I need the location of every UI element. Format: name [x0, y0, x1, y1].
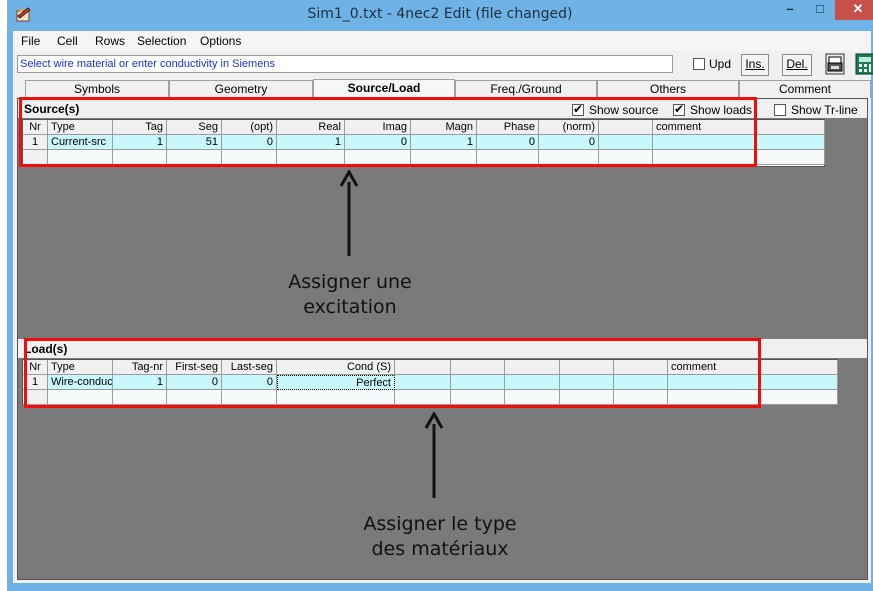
- close-button[interactable]: ✕: [835, 0, 873, 20]
- excitation-line-2: excitation: [303, 296, 397, 318]
- tab-others[interactable]: Others: [597, 80, 739, 98]
- excitation-line-1: Assigner une: [288, 271, 412, 293]
- material-line-1: Assigner le type: [363, 513, 517, 535]
- hint-field[interactable]: Select wire material or enter conductivi…: [17, 55, 673, 73]
- menu-rows[interactable]: Rows: [95, 34, 125, 48]
- loads-highlight-box: [24, 338, 761, 408]
- minimize-button[interactable]: –: [777, 0, 803, 20]
- tab-geometry[interactable]: Geometry: [169, 80, 313, 98]
- tab-comment[interactable]: Comment: [739, 80, 871, 98]
- printer-icon[interactable]: [825, 53, 845, 75]
- show-trline-option[interactable]: Show Tr-line: [774, 102, 858, 117]
- delete-button[interactable]: Del.: [782, 54, 812, 76]
- show-trline-label: Show Tr-line: [791, 102, 858, 117]
- menu-cell[interactable]: Cell: [57, 34, 78, 48]
- calculator-icon[interactable]: [855, 53, 873, 75]
- menu-bar: File Cell Rows Selection Options: [13, 31, 871, 51]
- sources-highlight-box: [19, 97, 757, 167]
- material-arrow-icon: [424, 412, 444, 498]
- upd-label: Upd: [709, 56, 732, 71]
- material-line-2: des matériaux: [371, 538, 509, 560]
- title-bar: Sim1_0.txt - 4nec2 Edit (file changed) –…: [7, 0, 873, 31]
- tab-strip: Symbols Geometry Source/Load Freq./Groun…: [13, 79, 871, 98]
- window-title: Sim1_0.txt - 4nec2 Edit (file changed): [307, 6, 573, 22]
- tab-source-load[interactable]: Source/Load: [313, 79, 455, 98]
- show-trline-checkbox[interactable]: [774, 103, 786, 116]
- excitation-arrow-icon: [339, 170, 359, 256]
- insert-button[interactable]: Ins.: [741, 54, 769, 76]
- material-annotation: Assigner le type des matériaux: [330, 512, 550, 562]
- excitation-annotation: Assigner une excitation: [250, 270, 450, 320]
- tab-freq-ground[interactable]: Freq./Ground: [455, 80, 597, 98]
- maximize-button[interactable]: □: [807, 0, 833, 20]
- upd-checkbox[interactable]: Upd: [689, 56, 731, 71]
- menu-selection[interactable]: Selection: [137, 34, 186, 48]
- menu-options[interactable]: Options: [200, 34, 241, 48]
- tab-symbols[interactable]: Symbols: [25, 80, 169, 98]
- upd-checkbox-box[interactable]: [693, 57, 705, 70]
- menu-file[interactable]: File: [21, 34, 40, 48]
